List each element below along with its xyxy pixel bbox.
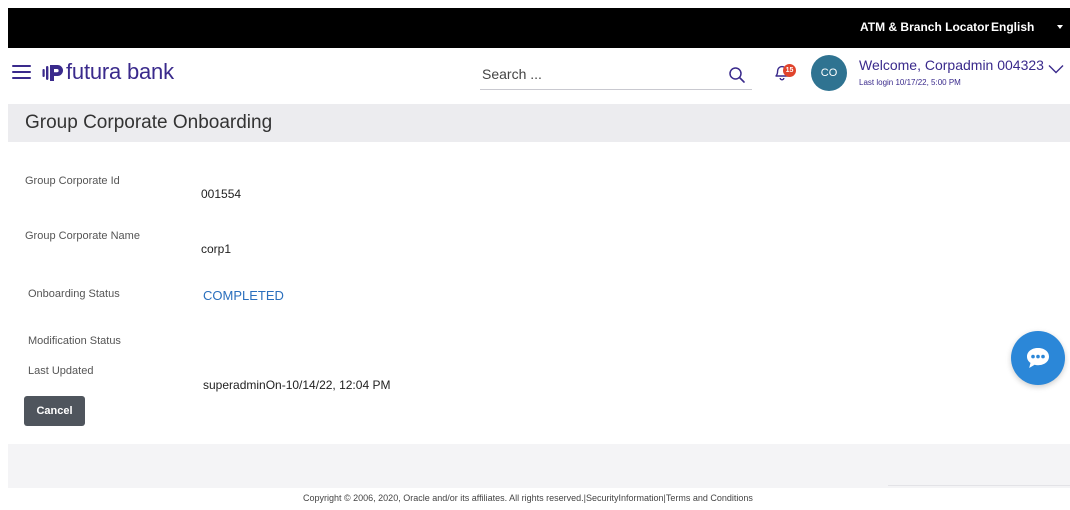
search-box [480,60,752,90]
atm-branch-locator-link[interactable]: ATM & Branch Locator [860,20,989,34]
onboarding-status-value: COMPLETED [203,288,284,303]
futura-logo-icon [42,65,63,81]
corp-name-value: corp1 [201,242,232,256]
footer-text: Copyright © 2006, 2020, Oracle and/or it… [303,493,753,503]
corp-id-label: Group Corporate Id [25,175,120,187]
onboarding-status-label: Onboarding Status [28,288,120,300]
app-frame: ATM & Branch Locator English futura bank… [8,8,1070,510]
chat-icon [1027,348,1049,368]
footer: Copyright © 2006, 2020, Oracle and/or it… [8,488,1070,510]
page-title: Group Corporate Onboarding [25,112,273,133]
last-updated-label: Last Updated [28,365,94,377]
last-login-text: Last login 10/17/22, 5:00 PM [859,78,961,87]
corp-name-label: Group Corporate Name [25,230,140,242]
top-bar: ATM & Branch Locator English [8,8,1070,48]
language-selector[interactable]: English [991,20,1034,34]
notification-badge[interactable]: 15 [783,64,796,77]
brand-name[interactable]: futura bank [66,59,174,85]
hamburger-menu-icon[interactable] [12,65,31,80]
header: futura bank 15 CO Welcome, Corpadmin 004… [8,48,1070,104]
modification-status-label: Modification Status [28,335,121,347]
last-updated-value: superadminOn-10/14/22, 12:04 PM [203,378,391,392]
chat-button[interactable] [1011,331,1065,385]
terms-and-conditions-link[interactable]: Terms and Conditions [666,493,753,503]
copyright-text: Copyright © 2006, 2020, Oracle and/or it… [303,493,584,503]
search-icon[interactable] [728,66,746,84]
caret-down-icon[interactable] [1057,25,1063,29]
chevron-down-icon[interactable] [1048,64,1064,74]
footer-divider [888,485,1070,486]
cancel-button[interactable]: Cancel [24,396,85,426]
details-panel: Group Corporate Id 001554 Group Corporat… [8,142,1070,444]
security-information-link[interactable]: SecurityInformation [586,493,664,503]
page-title-bar: Group Corporate Onboarding [8,104,1070,142]
search-input[interactable] [480,60,720,88]
welcome-text[interactable]: Welcome, Corpadmin 004323 [859,57,1044,73]
corp-id-value: 001554 [201,187,242,201]
avatar[interactable]: CO [811,55,847,91]
